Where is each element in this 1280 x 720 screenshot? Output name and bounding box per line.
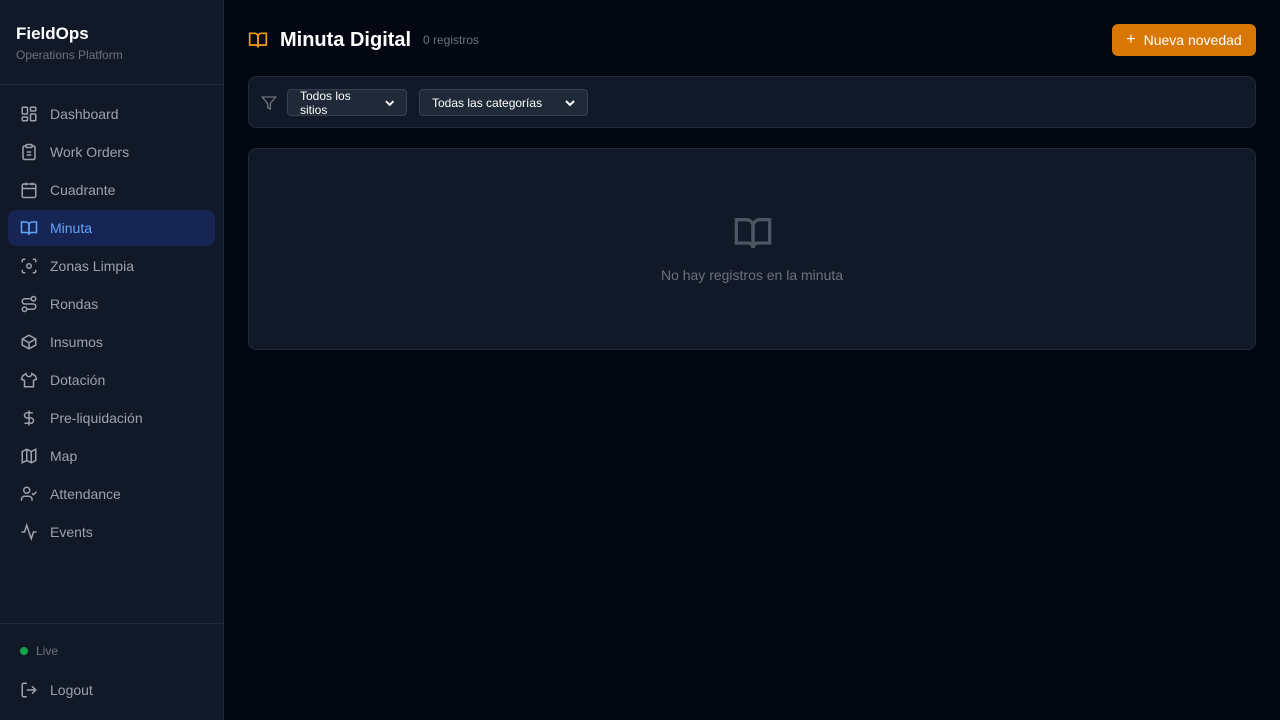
logout-button[interactable]: Logout [20,681,93,699]
empty-message: No hay registros en la minuta [660,267,844,283]
sidebar-item-label: Cuadrante [50,182,116,198]
page-title: Minuta Digital [280,29,412,51]
filter-icon [261,96,277,111]
sidebar-item-label: Pre-liquidación [50,410,143,426]
new-entry-button[interactable]: + Nueva novedad [1112,24,1256,56]
clipboard-icon [22,143,36,161]
sidebar-item-attendance[interactable]: Attendance [8,476,215,512]
dollar-icon [23,410,35,426]
sidebar-item-dotacion[interactable]: Dotación [8,362,215,398]
sidebar-item-map[interactable]: Map [8,438,215,474]
sidebar-item-events[interactable]: Events [8,514,215,550]
map-icon [21,448,37,464]
chevron-down-icon [565,99,575,106]
sidebar-item-label: Attendance [50,486,121,502]
activity-icon [21,523,37,541]
sidebar: FieldOps Operations Platform Dashboard W… [0,0,224,720]
sidebar-item-label: Events [50,524,93,540]
category-select-value: Todas las categorías [432,95,543,110]
sidebar-item-label: Work Orders [50,144,130,160]
sidebar-item-pre-liquidacion[interactable]: Pre-liquidación [8,400,215,436]
sidebar-item-rondas[interactable]: Rondas [8,286,215,322]
sidebar-nav: Dashboard Work Orders Cuadrante Minuta Z… [8,96,215,552]
scan-icon [21,258,37,274]
sidebar-item-dashboard[interactable]: Dashboard [8,96,215,132]
brand-subtitle: Operations Platform [16,48,123,62]
sidebar-item-label: Rondas [50,296,99,312]
dashboard-icon [21,106,37,122]
chevron-down-icon [384,99,394,106]
sidebar-footer: Live Logout [0,623,223,720]
shirt-icon [20,372,38,388]
record-count: 0 registros [423,33,480,47]
sidebar-item-insumos[interactable]: Insumos [8,324,215,360]
brand: FieldOps Operations Platform [0,0,223,85]
page-header: Minuta Digital 0 registros + Nueva noved… [248,24,1256,56]
live-dot-icon [20,647,28,655]
sidebar-item-work-orders[interactable]: Work Orders [8,134,215,170]
live-status-label: Live [36,644,59,658]
brand-title: FieldOps [16,24,89,43]
logout-label: Logout [50,682,93,698]
route-icon [21,295,37,313]
site-select[interactable]: Todos los sitios [287,88,407,117]
category-select[interactable]: Todas las categorías [419,89,588,116]
site-select-value: Todos los sitios [300,88,351,117]
book-icon [20,221,38,235]
filter-bar: Todos los sitios Todas las categorías [248,76,1256,128]
empty-state: No hay registros en la minuta [248,148,1256,350]
sidebar-item-minuta[interactable]: Minuta [8,210,215,246]
live-status: Live [20,644,58,658]
package-icon [21,334,37,350]
book-icon [734,218,772,249]
calendar-icon [21,182,37,199]
book-icon [248,32,268,48]
logout-icon [21,682,37,698]
user-check-icon [20,486,38,501]
sidebar-item-zonas-limpia[interactable]: Zonas Limpia [8,248,215,284]
sidebar-item-label: Zonas Limpia [50,258,135,274]
sidebar-item-label: Insumos [50,334,103,350]
plus-icon: + [1126,31,1136,48]
sidebar-item-label: Minuta [50,220,93,236]
new-entry-label: Nueva novedad [1143,32,1242,48]
sidebar-item-label: Map [50,448,78,464]
sidebar-item-label: Dashboard [50,106,119,122]
sidebar-item-cuadrante[interactable]: Cuadrante [8,172,215,208]
sidebar-item-label: Dotación [50,372,106,388]
